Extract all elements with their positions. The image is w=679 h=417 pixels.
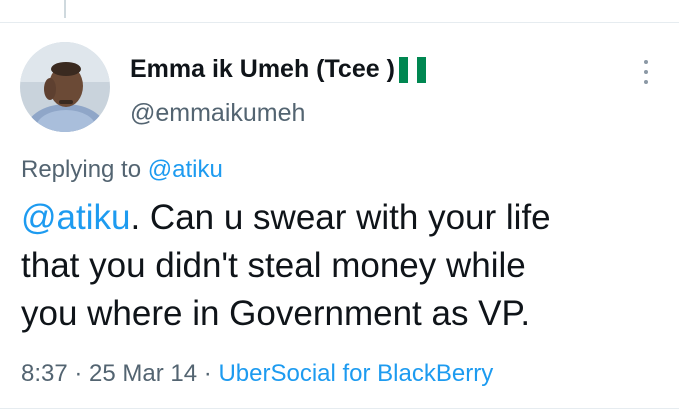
more-options-icon[interactable] (640, 60, 652, 84)
tweet-date[interactable]: 25 Mar 14 (89, 360, 197, 387)
meta-separator: · (67, 360, 90, 387)
replying-to-label: Replying to (21, 156, 148, 183)
top-divider (0, 22, 679, 23)
tweet-metadata: 8:37 · 25 Mar 14 · UberSocial for BlackB… (21, 360, 493, 388)
tweet-text: @atiku. Can u swear with your life that … (21, 194, 671, 338)
tweet-time[interactable]: 8:37 (21, 360, 68, 387)
replying-to-handle-link[interactable]: @atiku (148, 156, 223, 183)
tweet-source-link[interactable]: UberSocial for BlackBerry (218, 360, 493, 387)
bottom-divider (0, 408, 679, 409)
tweet-text-line-3: you where in Government as VP. (21, 294, 531, 333)
author-name-row[interactable]: Emma ik Umeh (Tcee ) (130, 55, 426, 84)
tweet-text-line-1-rest: . Can u swear with your life (130, 198, 551, 237)
author-handle[interactable]: @emmaikumeh (130, 99, 305, 128)
nigeria-flag-icon (398, 56, 426, 83)
avatar-image (20, 42, 110, 132)
replying-to-line: Replying to @atiku (21, 156, 223, 184)
tweet-text-line-1: @atiku. Can u swear with your life (21, 194, 671, 242)
tweet-card[interactable]: Emma ik Umeh (Tcee ) @emmaikumeh Replyin… (0, 0, 679, 417)
tweet-text-line-2: that you didn't steal money while (21, 246, 526, 285)
mention-link[interactable]: @atiku (21, 198, 130, 237)
avatar[interactable] (20, 42, 110, 132)
display-name[interactable]: Emma ik Umeh (Tcee ) (130, 55, 395, 84)
thread-connector-line (64, 0, 66, 18)
meta-separator-2: · (197, 360, 219, 387)
